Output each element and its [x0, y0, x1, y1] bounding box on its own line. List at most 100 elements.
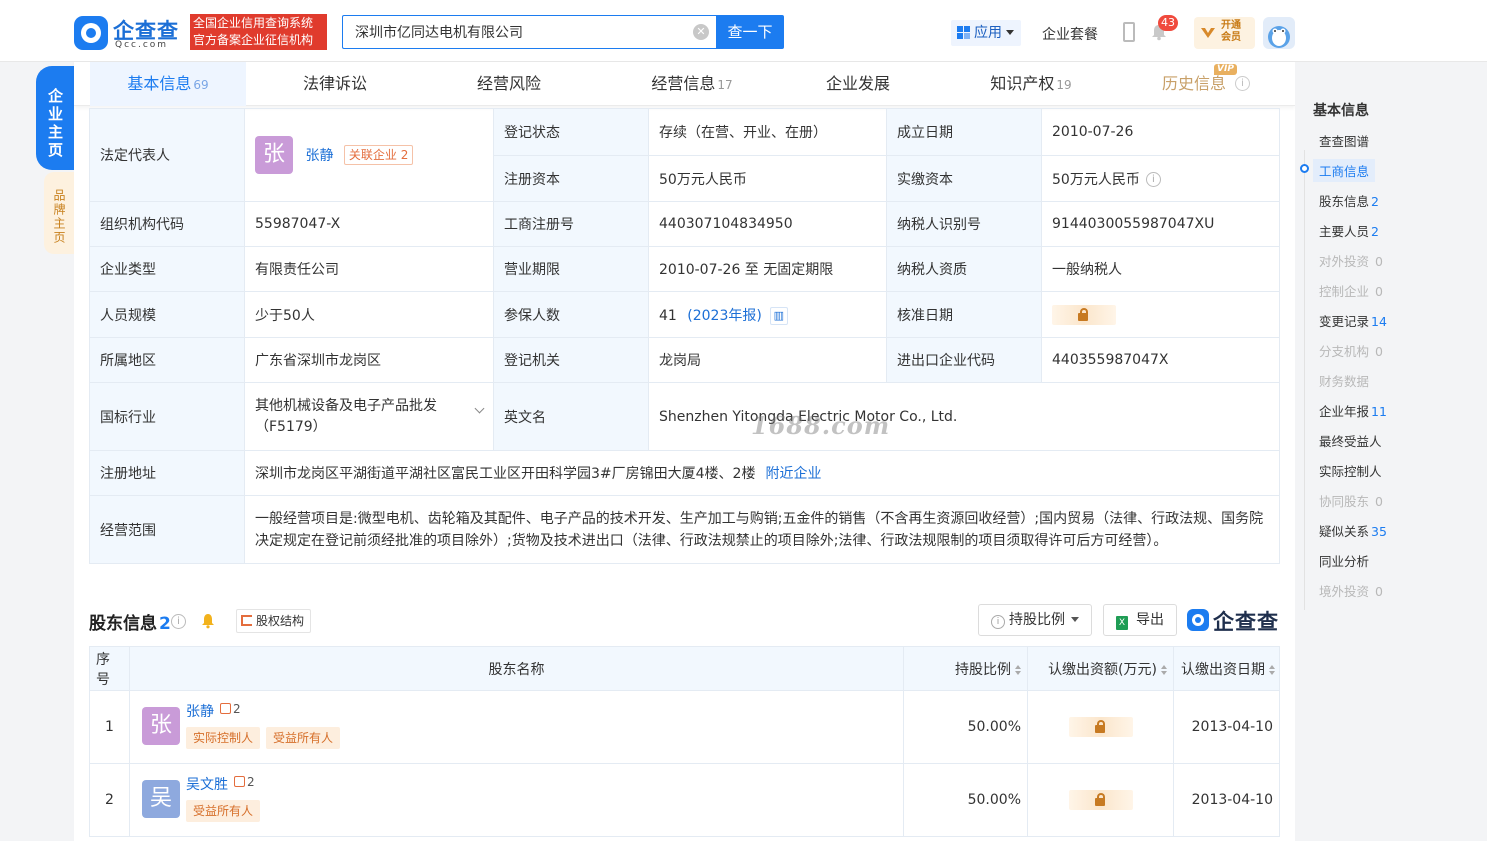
monitor-bell-icon[interactable]: [201, 613, 215, 629]
industry-label: 国标行业: [89, 382, 245, 451]
company-type-label: 企业类型: [89, 246, 245, 292]
nav-item-actual-controller[interactable]: 实际控制人: [1319, 461, 1382, 480]
tab-operating-info[interactable]: 经营信息 17: [622, 62, 762, 106]
mobile-app-icon[interactable]: [1123, 22, 1135, 42]
tab-ip[interactable]: 知识产权 19: [966, 62, 1096, 106]
apps-dropdown[interactable]: 应用: [951, 20, 1021, 46]
legal-rep-cell: 张 张静 关联企业 2: [244, 108, 494, 202]
sortable-column-header[interactable]: 认缴出资额(万元): [1027, 646, 1174, 691]
info-icon[interactable]: i: [1145, 172, 1161, 187]
taxpayer-qual-value: 一般纳税人: [1041, 246, 1280, 292]
shareholders-header: 股东信息 2 i 股权结构 i 持股比例 X 导出 企查查: [89, 604, 1279, 638]
holding-ratio-dropdown[interactable]: i 持股比例: [978, 604, 1092, 636]
vip-lock-icon[interactable]: [1068, 790, 1133, 810]
nav-item-count: 14: [1371, 314, 1387, 329]
paid-capital-value: 50万元人民币: [1052, 171, 1140, 188]
nav-item-changes[interactable]: 变更记录 14: [1319, 311, 1387, 330]
search-box: ✕: [342, 15, 716, 49]
tab-legal[interactable]: 法律诉讼: [270, 62, 400, 106]
nav-timeline: [1304, 150, 1305, 610]
address-cell: 深圳市龙岗区平湖街道平湖社区富民工业区开田科学园3#厂房锦田大厦4楼、2楼 附近企…: [244, 450, 1280, 496]
info-icon[interactable]: i: [171, 614, 186, 629]
vip-lock-icon[interactable]: [1068, 717, 1133, 737]
tab-development[interactable]: 企业发展: [793, 62, 923, 106]
search-button[interactable]: 查一下: [716, 15, 784, 49]
column-header-label: 认缴出资日期: [1181, 661, 1265, 678]
nav-item-label: 变更记录: [1319, 314, 1370, 329]
founded-value: 2010-07-26: [1041, 108, 1280, 156]
vip-crown-icon: [1201, 28, 1215, 38]
side-tab-brand-home[interactable]: 品牌主页: [44, 172, 74, 254]
tab-count: 69: [193, 78, 209, 92]
tab-operating-risk[interactable]: 经营风险: [444, 62, 574, 106]
shareholder-name[interactable]: 吴文胜: [186, 774, 228, 794]
insured-annual-report-link[interactable]: (2023年报): [687, 308, 762, 324]
tab-basic-info[interactable]: 基本信息 69: [90, 62, 246, 106]
tab-count: 17: [717, 78, 733, 92]
equity-structure-label: 股权结构: [256, 614, 305, 628]
open-vip-button[interactable]: 开通 会员: [1194, 17, 1255, 49]
user-avatar[interactable]: [1263, 17, 1295, 49]
business-info-table: 法定代表人 张 张静 关联企业 2 登记状态 存续（在营、开业、在册） 成立日期…: [89, 108, 1280, 564]
reg-capital-value: 50万元人民币: [648, 155, 887, 202]
enterprise-package-link[interactable]: 企业套餐: [1042, 24, 1098, 44]
export-label: 导出: [1136, 612, 1164, 628]
scope-value: 一般经营项目是:微型电机、齿轮箱及其配件、电子产品的技术开发、生产加工与购销;五…: [244, 495, 1280, 564]
nav-item-controlled[interactable]: 控制企业 0: [1319, 281, 1383, 300]
nav-item-overseas-investment[interactable]: 境外投资 0: [1319, 581, 1383, 600]
equity-structure-button[interactable]: 股权结构: [236, 609, 312, 633]
nav-item-label: 企业年报: [1319, 404, 1370, 419]
nav-item-co-shareholders[interactable]: 协同股东 0: [1319, 491, 1383, 510]
sortable-column-header[interactable]: 持股比例: [903, 646, 1028, 691]
nav-item-label: 同业分析: [1319, 554, 1370, 569]
industry-cell[interactable]: 其他机械设备及电子产品批发（F5179）: [244, 382, 494, 451]
nav-item-count: 0: [1375, 344, 1383, 359]
nav-item-count: 0: [1375, 494, 1383, 509]
company-type-value: 有限责任公司: [244, 246, 494, 292]
taxpayer-id-label: 纳税人识别号: [886, 201, 1042, 247]
nav-item-annual-reports[interactable]: 企业年报 11: [1319, 401, 1387, 420]
nav-item-suspected-relations[interactable]: 疑似关系 35: [1319, 521, 1387, 540]
legal-rep-name[interactable]: 张静: [305, 148, 333, 164]
nav-item-key-personnel[interactable]: 主要人员 2: [1319, 221, 1379, 240]
side-tab-company-home[interactable]: 企业主页: [36, 66, 74, 170]
nav-item-shareholders[interactable]: 股东信息 2: [1319, 191, 1379, 210]
tab-label: 历史信息: [1161, 74, 1226, 93]
import-export-value: 440355987047X: [1041, 337, 1280, 383]
export-button[interactable]: X 导出: [1103, 604, 1177, 636]
sortable-column-header[interactable]: 认缴出资日期: [1173, 646, 1280, 691]
info-icon[interactable]: i: [1235, 76, 1250, 91]
related-company-tag[interactable]: 关联企业 2: [343, 145, 414, 165]
subscribed-date: 2013-04-10: [1173, 763, 1280, 837]
search-input[interactable]: [343, 16, 683, 48]
tab-label: 经营信息: [651, 74, 716, 93]
equity-tree-icon: [241, 615, 252, 626]
nav-item-business-info[interactable]: 工商信息: [1313, 159, 1376, 182]
approval-date-label: 核准日期: [886, 291, 1042, 338]
nav-item-label: 工商信息: [1319, 164, 1370, 179]
column-header-label: 认缴出资额(万元): [1048, 661, 1157, 678]
shareholder-name[interactable]: 张静: [186, 701, 214, 721]
section-nav-title: 基本信息: [1313, 103, 1369, 119]
qcc-logo[interactable]: 企查查 Qcc.com: [74, 15, 186, 51]
nav-item-graph[interactable]: 查查图谱: [1319, 131, 1369, 150]
logo-domain: Qcc.com: [115, 40, 169, 50]
nav-item-branches[interactable]: 分支机构 0: [1319, 341, 1383, 360]
nav-item-financials[interactable]: 财务数据: [1319, 371, 1369, 390]
paid-capital-cell: 50万元人民币 i: [1041, 155, 1280, 202]
nav-item-beneficial-owner[interactable]: 最终受益人: [1319, 431, 1382, 450]
nav-item-label: 股东信息: [1319, 194, 1370, 209]
watermark: 1688.com: [751, 411, 891, 440]
nav-item-industry-analysis[interactable]: 同业分析: [1319, 551, 1369, 570]
tab-label: 基本信息: [127, 74, 192, 93]
trend-chart-icon[interactable]: ▥: [769, 306, 788, 325]
related-company-count[interactable]: 2: [220, 702, 241, 716]
biz-term-label: 营业期限: [493, 246, 649, 292]
vip-lock-icon[interactable]: [1052, 304, 1116, 325]
region-label: 所属地区: [89, 337, 245, 383]
nearby-companies-link[interactable]: 附近企业: [765, 466, 821, 482]
related-company-count[interactable]: 2: [234, 775, 255, 789]
nav-item-investments[interactable]: 对外投资 0: [1319, 251, 1383, 270]
clear-search-icon[interactable]: ✕: [693, 24, 709, 40]
reg-status-label: 登记状态: [493, 108, 649, 156]
